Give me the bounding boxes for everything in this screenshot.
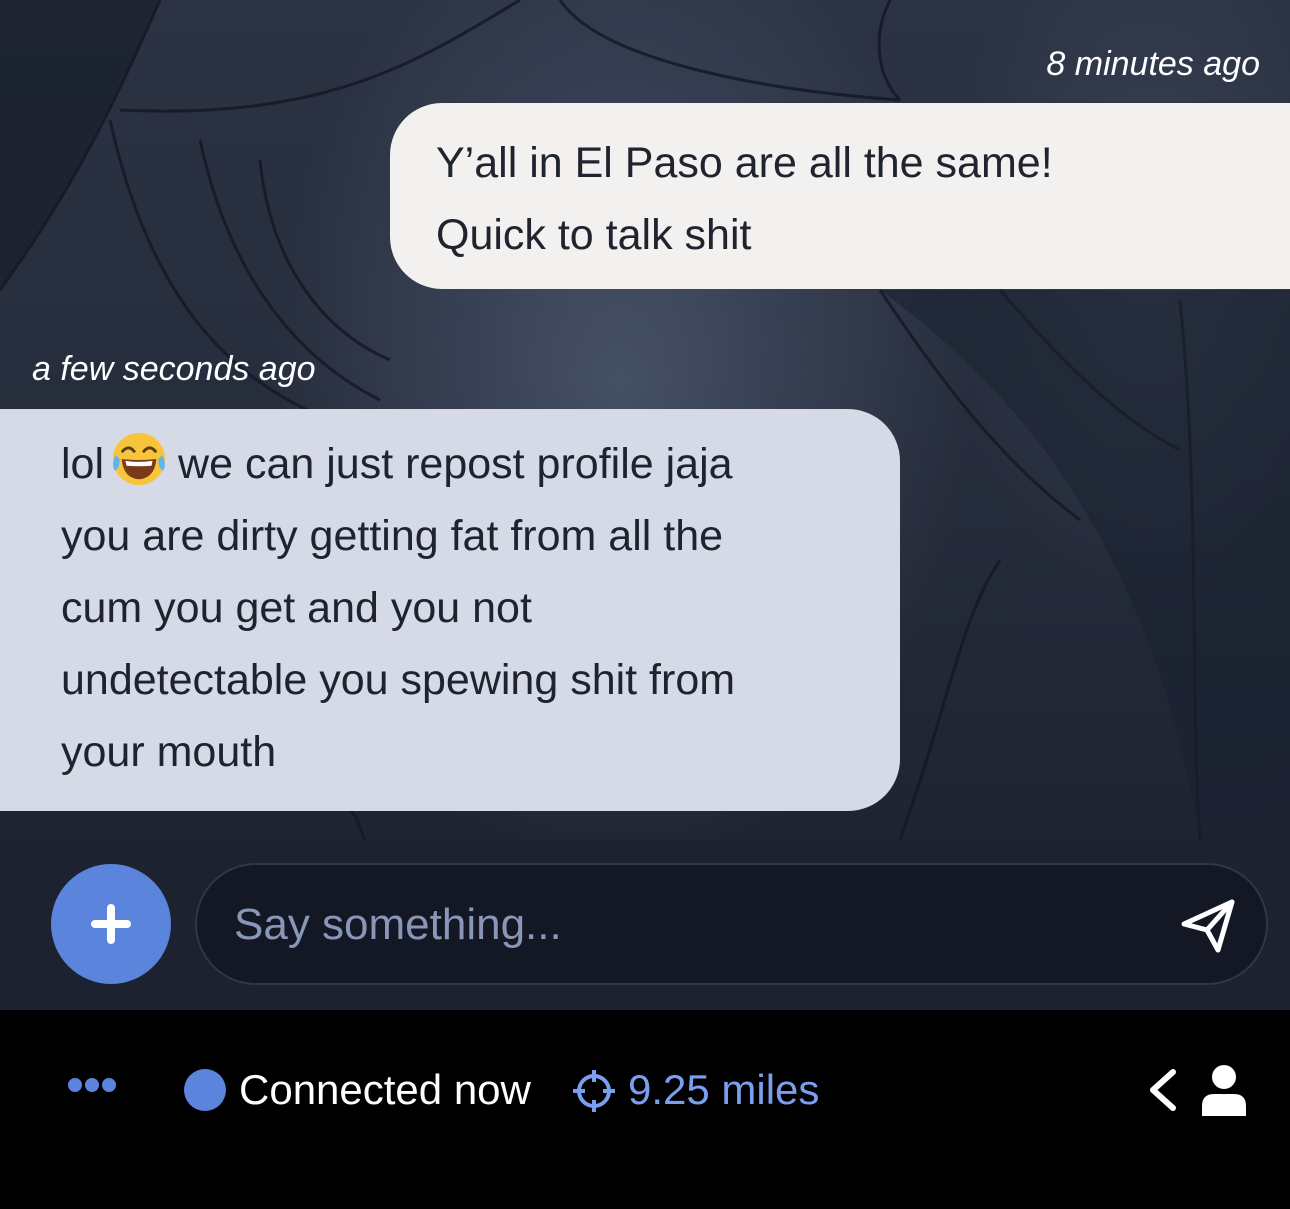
- location-crosshair-icon: [573, 1070, 615, 1112]
- person-icon[interactable]: [1200, 1064, 1248, 1116]
- message-input-container: [195, 863, 1268, 985]
- outgoing-message-bubble[interactable]: Y’all in El Paso are all the same! Quick…: [390, 103, 1290, 289]
- incoming-message-bubble[interactable]: lol we can just repost profile jaja you …: [0, 409, 900, 811]
- message-line: undetectable you spewing shit from: [61, 656, 736, 704]
- message-text: lol: [61, 440, 105, 488]
- message-input[interactable]: [232, 865, 1136, 985]
- online-status-dot: [184, 1069, 226, 1111]
- ellipsis-icon[interactable]: [67, 1075, 117, 1095]
- message-text: we can just repost profile jaja: [178, 440, 733, 488]
- chevron-left-icon[interactable]: [1145, 1066, 1181, 1114]
- outgoing-timestamp: 8 minutes ago: [1046, 45, 1260, 83]
- add-attachment-button[interactable]: [51, 864, 171, 984]
- laughing-emoji-icon: [112, 432, 166, 486]
- message-line: lol we can just repost profile jaja: [61, 428, 880, 500]
- message-line: Quick to talk shit: [436, 211, 752, 259]
- chat-area: 8 minutes ago Y’all in El Paso are all t…: [0, 0, 1290, 840]
- plus-icon: [91, 904, 131, 944]
- message-line: cum you get and you not: [61, 584, 532, 632]
- paper-plane-icon[interactable]: [1180, 898, 1236, 954]
- message-line: your mouth: [61, 728, 277, 776]
- message-line: you are dirty getting fat from all the: [61, 512, 724, 560]
- message-line: Y’all in El Paso are all the same!: [436, 139, 1053, 187]
- connection-status: Connected now: [239, 1066, 531, 1113]
- incoming-timestamp: a few seconds ago: [32, 350, 316, 388]
- distance-label: 9.25 miles: [628, 1066, 820, 1113]
